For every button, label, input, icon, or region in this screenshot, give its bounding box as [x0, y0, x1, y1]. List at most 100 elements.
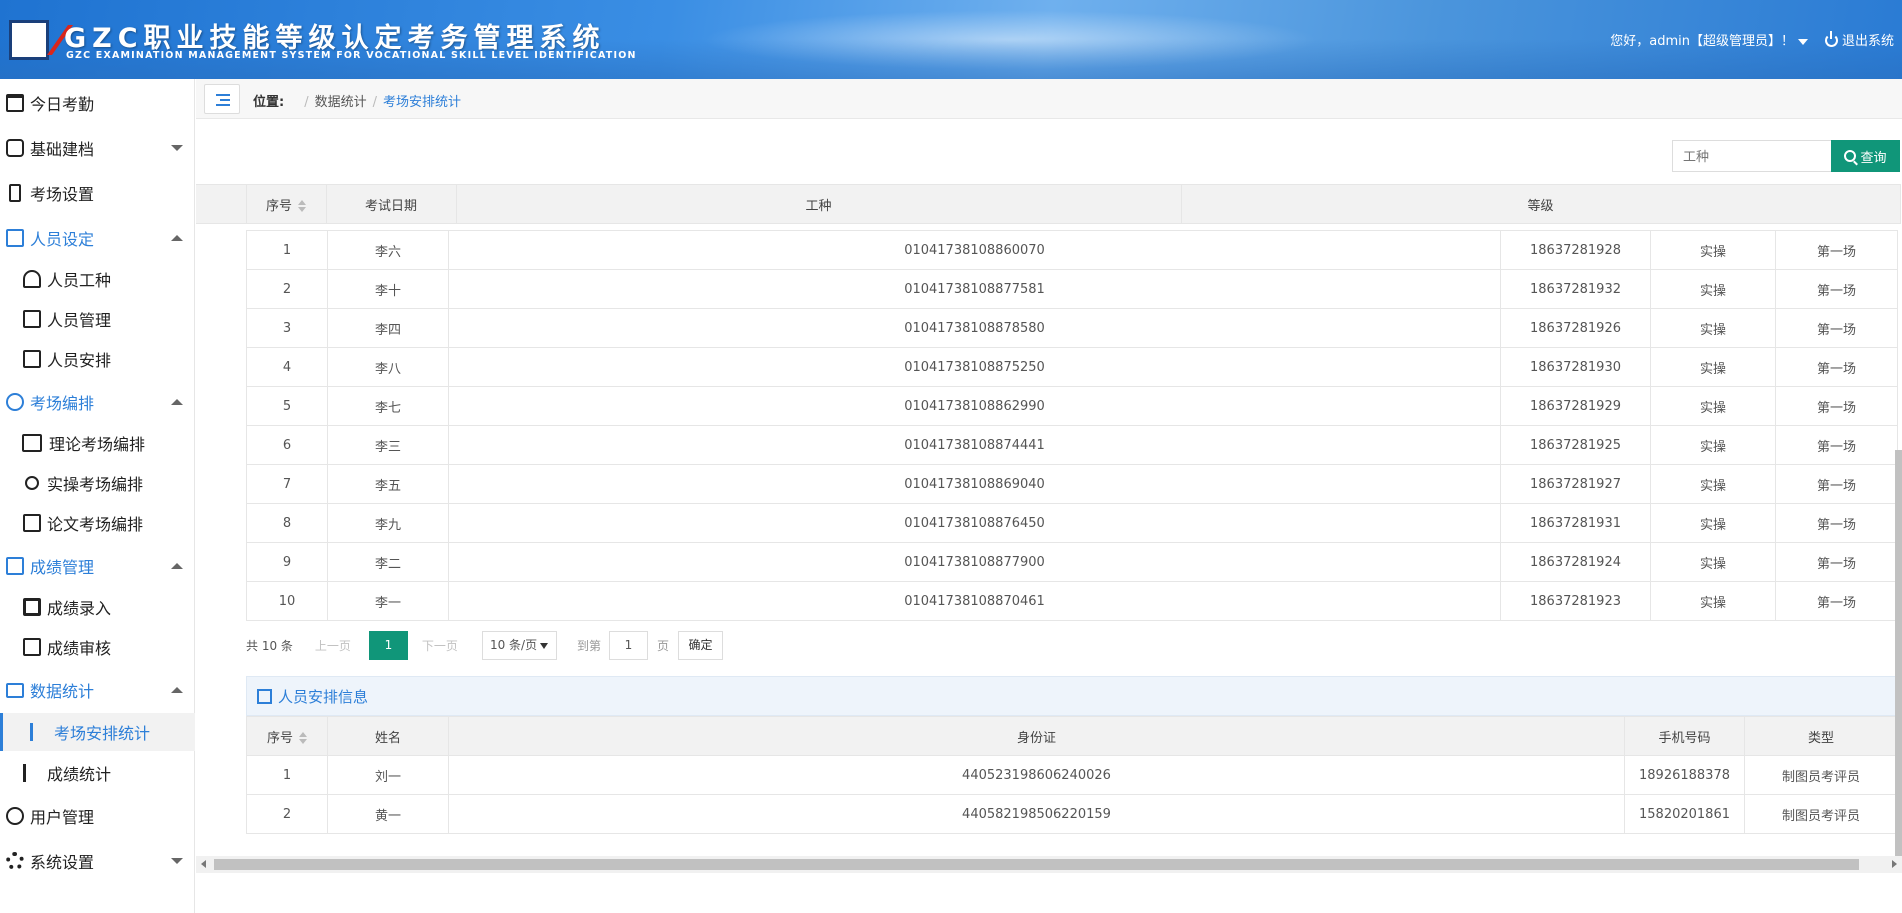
breadcrumb-current: 考场安排统计: [383, 95, 462, 110]
column-header[interactable]: 序号: [246, 716, 328, 756]
table-cell: 第一场: [1775, 386, 1898, 426]
sidebar-item-data-statistics[interactable]: 数据统计: [0, 671, 195, 709]
table-cell: 实操: [1650, 308, 1776, 348]
chevron-up-icon: [171, 399, 183, 405]
table-row: 2 黄一 440582198506220159 15820201861 制图员考评员: [246, 794, 1898, 834]
table-cell: 李三: [327, 425, 449, 465]
table-cell: 6: [246, 425, 328, 465]
section-title: 人员安排信息: [278, 687, 369, 706]
id-card-icon: [22, 349, 42, 369]
table-cell: 9: [246, 542, 328, 582]
table-cell: 10: [246, 581, 328, 621]
sidebar-item-attendance[interactable]: 今日考勤: [0, 84, 195, 122]
logout-button[interactable]: 退出系统: [1824, 30, 1894, 49]
sidebar-item-score-review[interactable]: 成绩审核: [0, 628, 195, 666]
table-cell: 18637281929: [1500, 386, 1651, 426]
breadcrumb: 位置: / 数据统计 / 考场安排统计: [253, 95, 462, 110]
calendar-icon: [5, 93, 25, 113]
table-row: 7 李五 01041738108869040 18637281927 实操 第一场: [246, 464, 1898, 504]
table-cell: 实操: [1650, 464, 1776, 504]
score-icon: [5, 556, 25, 576]
paper-icon: [22, 513, 42, 533]
scroll-left-icon[interactable]: [201, 860, 206, 868]
table-cell: 01041738108875250: [448, 347, 1501, 387]
table-cell: 李五: [327, 464, 449, 504]
scroll-right-icon[interactable]: [1892, 860, 1897, 868]
table-cell: 李十: [327, 269, 449, 309]
app-subtitle: GZC EXAMINATION MANAGEMENT SYSTEM FOR VO…: [66, 50, 637, 61]
horizontal-scrollbar[interactable]: [196, 856, 1902, 873]
breadcrumb-item[interactable]: 数据统计: [315, 95, 367, 110]
wrench-icon: [22, 473, 42, 493]
table-cell: 第一场: [1775, 308, 1898, 348]
table-cell: 2: [246, 794, 328, 834]
bar-list-icon: [29, 722, 49, 742]
sidebar-item-practical-room[interactable]: 实操考场编排: [0, 464, 195, 502]
staff-table: 序号 姓名 身份证 手机号码 类型 1 刘一 440523198606240026 1…: [246, 716, 1898, 834]
sidebar-item-user-management[interactable]: 用户管理: [0, 797, 195, 835]
sidebar-item-score-management[interactable]: 成绩管理: [0, 547, 195, 585]
vertical-scrollbar[interactable]: [1895, 450, 1902, 856]
table-cell: 第一场: [1775, 503, 1898, 543]
table-cell: 李六: [327, 230, 449, 270]
sidebar-item-score-entry[interactable]: 成绩录入: [0, 588, 195, 626]
sidebar-item-theory-room[interactable]: 理论考场编排: [0, 424, 195, 462]
sidebar-item-exam-room-scheduling[interactable]: 考场编排: [0, 383, 195, 421]
table-cell: 1: [246, 755, 328, 795]
chevron-down-icon: [171, 858, 183, 864]
table-cell: 01041738108878580: [448, 308, 1501, 348]
table-cell: 18637281932: [1500, 269, 1651, 309]
page-button-current[interactable]: 1: [368, 630, 408, 660]
table-cell: 李一: [327, 581, 449, 621]
table-cell: 1: [246, 230, 328, 270]
page-size-select[interactable]: 10 条/页: [481, 630, 557, 660]
table-cell: 5: [246, 386, 328, 426]
scrollbar-thumb[interactable]: [214, 859, 1859, 870]
sidebar-item-score-stats[interactable]: 成绩统计: [0, 754, 195, 792]
user-menu[interactable]: 您好，admin【超级管理员】！: [1610, 30, 1808, 49]
table-cell: 15820201861: [1624, 794, 1745, 834]
column-header: 等级: [1180, 184, 1901, 224]
next-page-button[interactable]: 下一页: [422, 637, 458, 654]
search-icon: [1844, 150, 1857, 162]
staff-section-header: 人员安排信息: [246, 676, 1896, 716]
table-cell: 18926188378: [1624, 755, 1745, 795]
building-settings-icon: [5, 183, 25, 203]
sort-icon[interactable]: [298, 200, 306, 212]
sidebar-item-personnel-trade[interactable]: 人员工种: [0, 260, 195, 298]
sidebar-item-system-settings[interactable]: 系统设置: [0, 842, 195, 880]
column-header: 身份证: [448, 716, 1625, 756]
table-row: 2 李十 01041738108877581 18637281932 实操 第一场: [246, 269, 1898, 309]
table-cell: 实操: [1650, 386, 1776, 426]
trade-search-input[interactable]: [1672, 140, 1832, 172]
prev-page-button[interactable]: 上一页: [315, 637, 351, 654]
table-cell: 实操: [1650, 581, 1776, 621]
user-greeting: 您好，admin【超级管理员】！: [1610, 34, 1794, 49]
table-row: 1 李六 01041738108860070 18637281928 实操 第一场: [246, 230, 1898, 270]
table-cell: 01041738108876450: [448, 503, 1501, 543]
person-doc-icon: [257, 688, 272, 704]
table-cell: 18637281930: [1500, 347, 1651, 387]
sidebar-toggle-button[interactable]: [204, 84, 240, 114]
table-row: 3 李四 01041738108878580 18637281926 实操 第一场: [246, 308, 1898, 348]
table-cell: 8: [246, 503, 328, 543]
sidebar-item-exam-room-stats[interactable]: 考场安排统计: [0, 713, 195, 751]
table-row: 10 李一 01041738108870461 18637281923 实操 第一场: [246, 581, 1898, 621]
sidebar-item-personnel-management[interactable]: 人员管理: [0, 300, 195, 338]
goto-page-input[interactable]: 1: [608, 630, 648, 660]
sidebar-item-paper-room[interactable]: 论文考场编排: [0, 504, 195, 542]
table-cell: 01041738108877581: [448, 269, 1501, 309]
score-edit-icon: [22, 597, 42, 617]
sort-icon[interactable]: [299, 732, 307, 744]
person-doc-icon: [22, 309, 42, 329]
goto-confirm-button[interactable]: 确定: [677, 630, 723, 660]
sidebar-item-personnel-arrangement[interactable]: 人员安排: [0, 340, 195, 378]
worker-icon: [22, 269, 42, 289]
sidebar-item-basic-archive[interactable]: 基础建档: [0, 129, 195, 167]
sidebar-item-personnel-settings[interactable]: 人员设定: [0, 219, 195, 257]
search-button[interactable]: 查询: [1831, 140, 1900, 172]
sidebar-item-exam-room-settings[interactable]: 考场设置: [0, 174, 195, 212]
column-header[interactable]: 序号: [245, 184, 327, 224]
table-cell: 第一场: [1775, 581, 1898, 621]
chevron-down-icon: [1798, 38, 1808, 45]
